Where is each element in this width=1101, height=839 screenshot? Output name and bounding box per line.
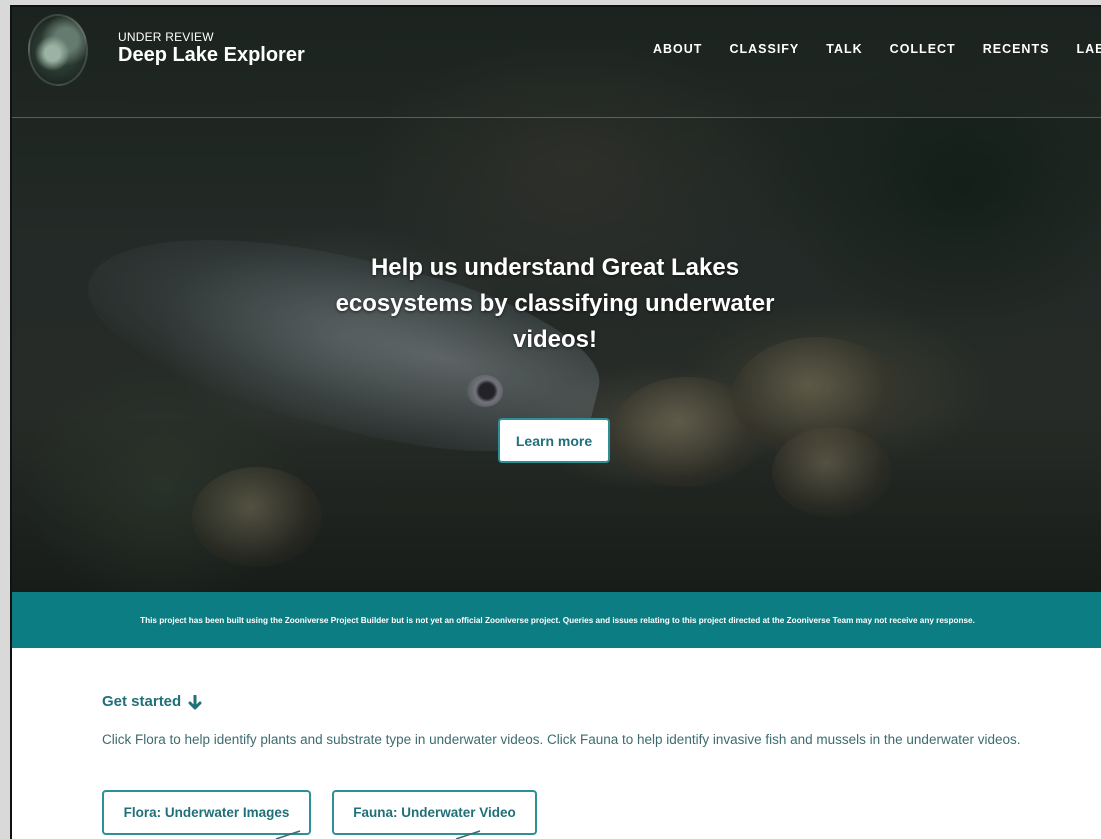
builder-disclaimer-banner: This project has been built using the Zo… bbox=[12, 592, 1101, 648]
project-avatar[interactable] bbox=[28, 14, 88, 86]
pointer-mark bbox=[455, 830, 481, 839]
pointer-mark bbox=[275, 830, 301, 839]
get-started-label: Get started bbox=[102, 693, 182, 710]
get-started-description: Click Flora to help identify plants and … bbox=[102, 732, 1021, 747]
get-started-heading: Get started bbox=[102, 693, 202, 710]
project-nav: ABOUT CLASSIFY TALK COLLECT RECENTS LAB bbox=[653, 42, 1101, 56]
nav-recents[interactable]: RECENTS bbox=[983, 42, 1050, 56]
learn-more-button[interactable]: Learn more bbox=[498, 418, 610, 463]
page-frame: UNDER REVIEW Deep Lake Explorer ABOUT CL… bbox=[10, 5, 1101, 839]
fauna-workflow-button[interactable]: Fauna: Underwater Video bbox=[332, 790, 537, 835]
nav-talk[interactable]: TALK bbox=[826, 42, 862, 56]
nav-about[interactable]: ABOUT bbox=[653, 42, 702, 56]
nav-classify[interactable]: CLASSIFY bbox=[729, 42, 799, 56]
project-title[interactable]: Deep Lake Explorer bbox=[118, 44, 305, 67]
status-label: UNDER REVIEW bbox=[118, 30, 214, 44]
nav-collect[interactable]: COLLECT bbox=[890, 42, 956, 56]
arrow-down-icon bbox=[188, 694, 202, 709]
project-header: UNDER REVIEW Deep Lake Explorer ABOUT CL… bbox=[12, 7, 1101, 118]
nav-lab[interactable]: LAB bbox=[1076, 42, 1101, 56]
hero-heading: Help us understand Great Lakes ecosystem… bbox=[335, 254, 775, 353]
